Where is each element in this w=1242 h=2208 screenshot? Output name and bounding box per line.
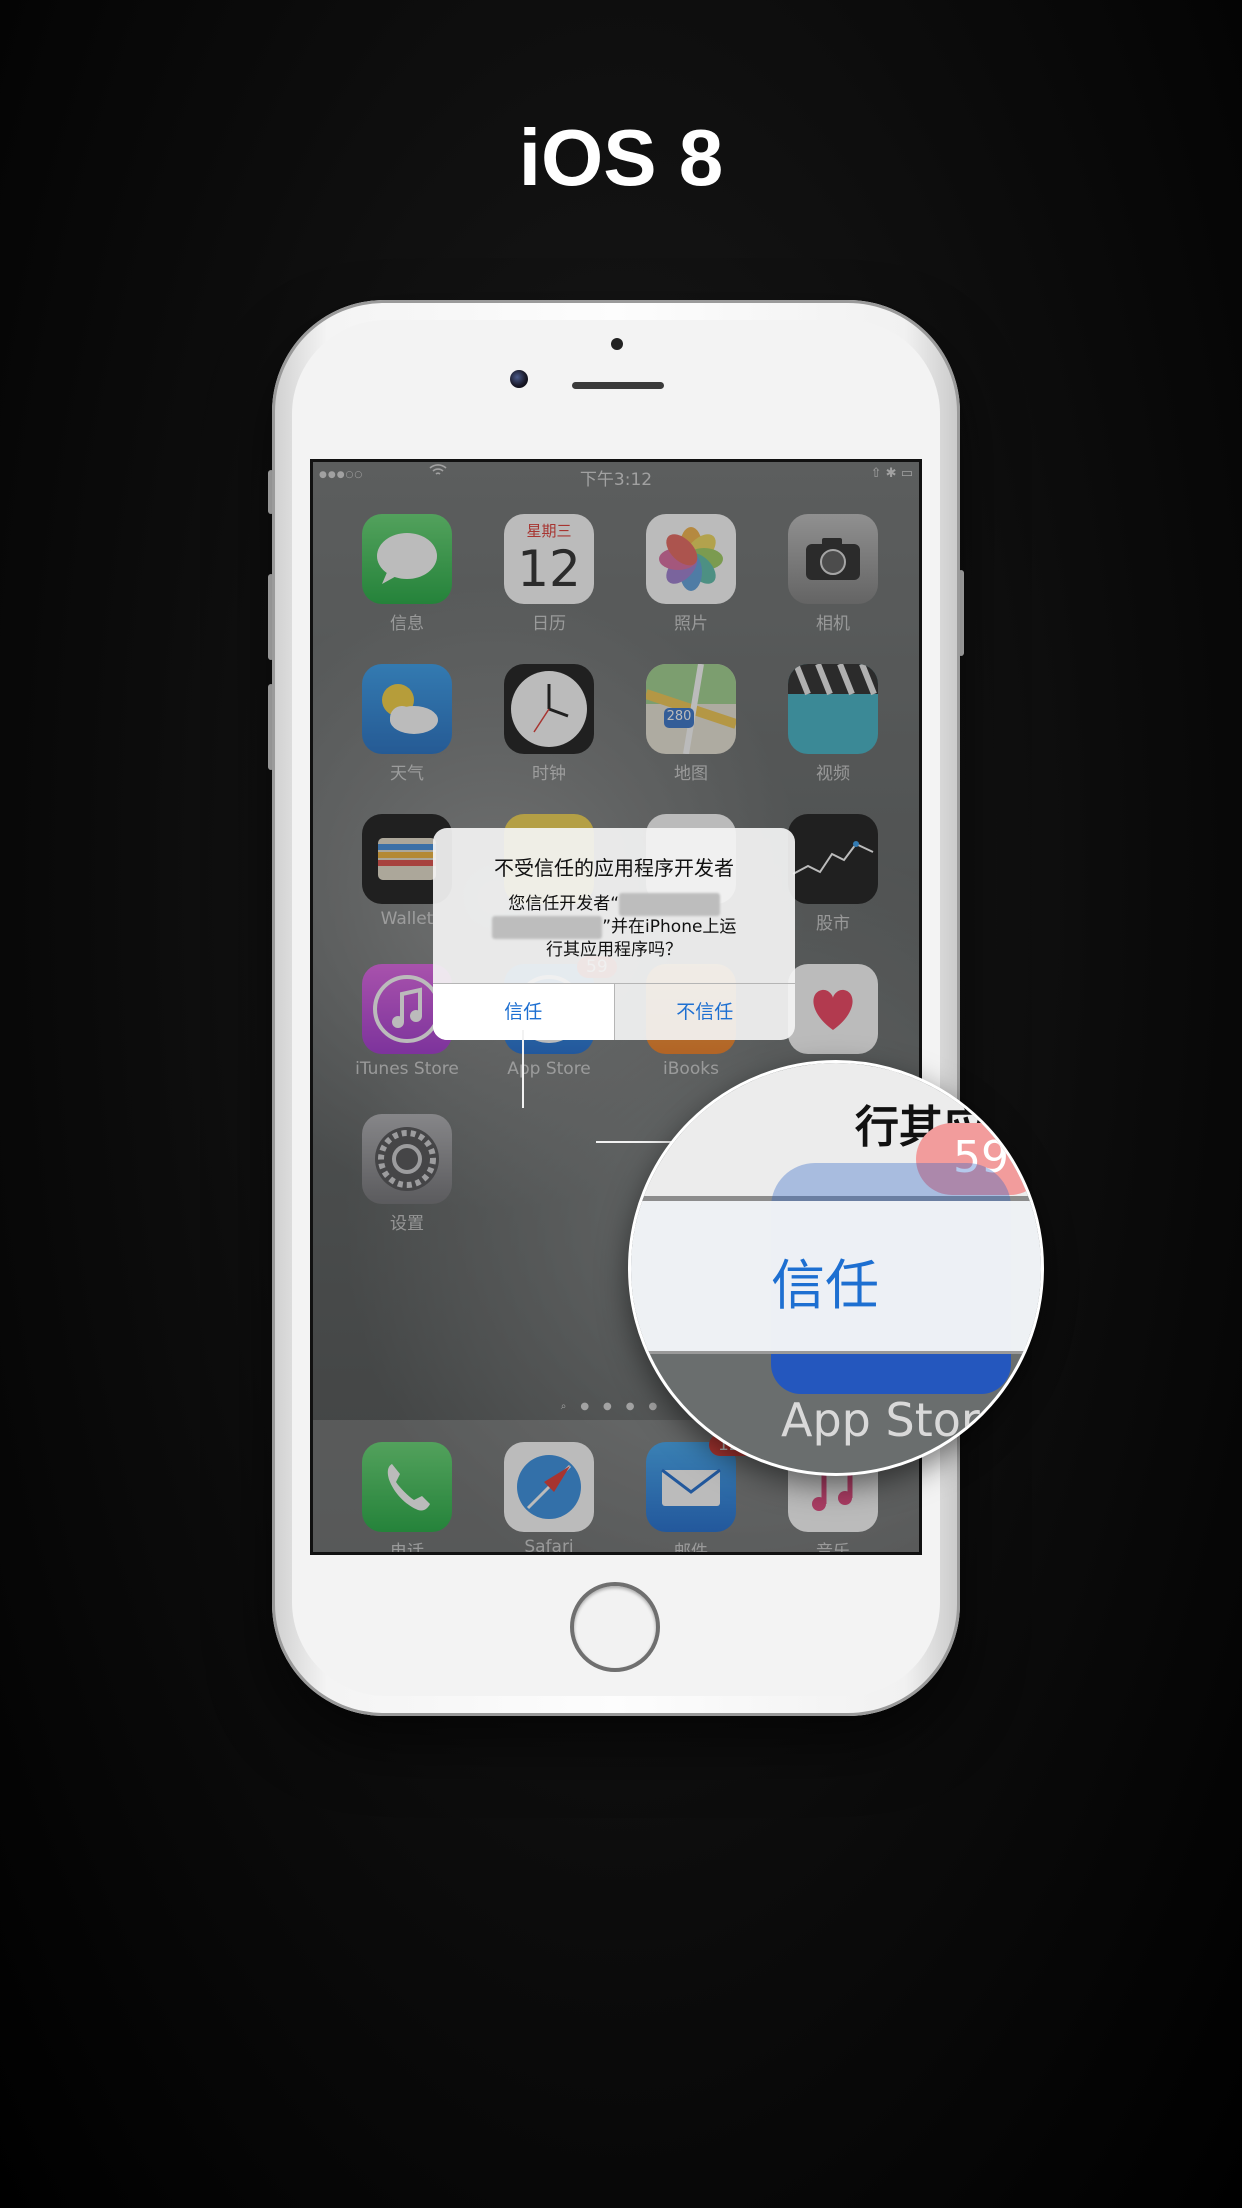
magnified-icon-bottom [771,1354,1011,1394]
home-button[interactable] [570,1582,660,1672]
alert-title: 不受信任的应用程序开发者 [494,856,734,880]
redacted-developer-name-cont: xxxxxxxxxxx [491,916,603,939]
alert-line-2: ”并在iPhone上运 [602,917,737,937]
alert-line-1: 您信任开发者“ [508,894,620,914]
alert-message: 您信任开发者“xxxxxxxxxx xxxxxxxxxxx”并在iPhone上运… [433,893,795,962]
magnified-trust-button[interactable]: 信任 [771,1241,879,1320]
zoom-magnifier: 行其应 59 信任 App Store [628,1060,1044,1476]
callout-line-vertical [522,1030,524,1108]
alert-line-3: 行其应用程序吗？ [546,940,682,960]
distrust-button[interactable]: 不信任 [613,984,796,1040]
magnified-app-label: App Store [781,1393,1008,1447]
page-title: iOS 8 [518,113,724,202]
proximity-sensor [611,338,623,350]
front-camera-icon [510,370,528,388]
redacted-developer-name: xxxxxxxxxx [619,893,720,916]
untrusted-developer-alert: 不受信任的应用程序开发者 您信任开发者“xxxxxxxxxx xxxxxxxxx… [433,828,795,1040]
alert-buttons: 信任 不信任 [433,983,795,1040]
earpiece-speaker [572,382,664,389]
